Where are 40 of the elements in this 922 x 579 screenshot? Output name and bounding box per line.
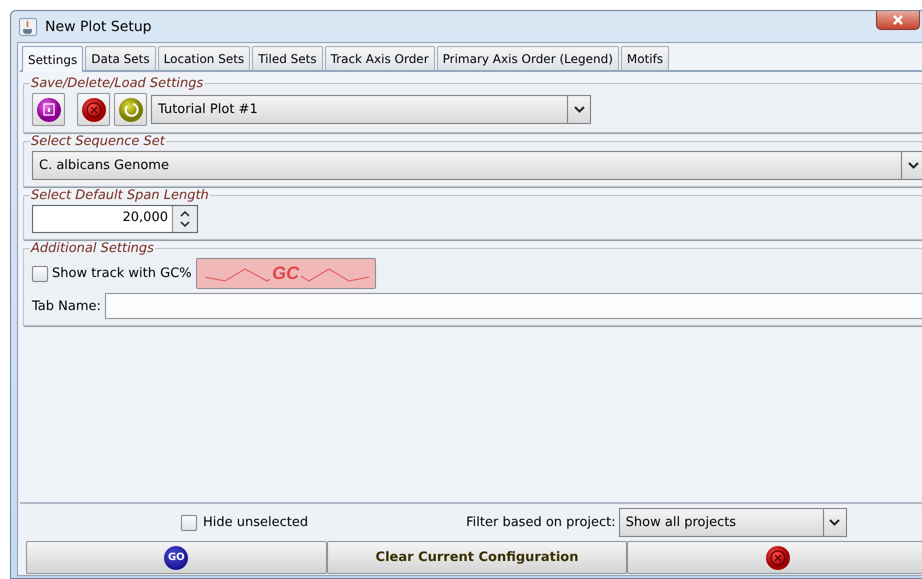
go-button[interactable]: GO	[26, 541, 327, 574]
filter-label: Filter based on project:	[466, 515, 616, 530]
save-icon	[36, 96, 62, 122]
project-dropdown[interactable]: Show all projects	[618, 508, 847, 537]
delete-icon	[80, 96, 106, 122]
chevron-down-icon	[908, 162, 918, 169]
java-cup-icon	[19, 18, 37, 36]
tab[interactable]: Track Axis Order	[324, 46, 435, 70]
checkbox[interactable]	[32, 266, 48, 282]
tab[interactable]: Data Sets	[85, 46, 156, 70]
group-title: Additional Settings	[30, 241, 155, 256]
tab[interactable]: Location Sets	[158, 46, 250, 70]
checkbox-label: Show track with GC%	[52, 266, 192, 281]
close-icon	[892, 15, 904, 25]
tab[interactable]: Settings	[22, 46, 84, 72]
tab[interactable]: Motifs	[620, 46, 670, 70]
reload-button[interactable]	[114, 93, 147, 126]
tab[interactable]: Tiled Sets	[252, 46, 323, 70]
span-spinner[interactable]: 20,000	[32, 205, 198, 233]
cancel-icon	[764, 544, 791, 570]
clear-configuration-button[interactable]: Clear Current Configuration	[326, 541, 628, 574]
field-label: Tab Name:	[32, 298, 101, 314]
chevron-down-icon	[829, 519, 840, 526]
group-title: Select Sequence Set	[30, 134, 166, 149]
sequence-dropdown[interactable]: C. albicans Genome	[32, 151, 922, 180]
settings-dropdown[interactable]: Tutorial Plot #1	[151, 95, 591, 124]
close-button[interactable]	[876, 11, 920, 30]
tab-name-field[interactable]	[104, 293, 922, 319]
save-button[interactable]	[32, 93, 65, 126]
checkbox-label: Hide unselected	[203, 515, 308, 530]
reload-icon	[118, 96, 144, 122]
delete-button[interactable]	[77, 93, 110, 126]
chevron-down-icon	[574, 106, 584, 113]
group-title: Select Default Span Length	[30, 188, 210, 203]
spinner-arrows-icon	[180, 210, 190, 228]
group-title: Save/Delete/Load Settings	[30, 76, 204, 91]
tab[interactable]: Primary Axis Order (Legend)	[436, 46, 619, 70]
checkbox[interactable]	[181, 514, 197, 530]
cancel-button[interactable]	[627, 541, 922, 574]
window-title: New Plot Setup	[45, 18, 152, 34]
